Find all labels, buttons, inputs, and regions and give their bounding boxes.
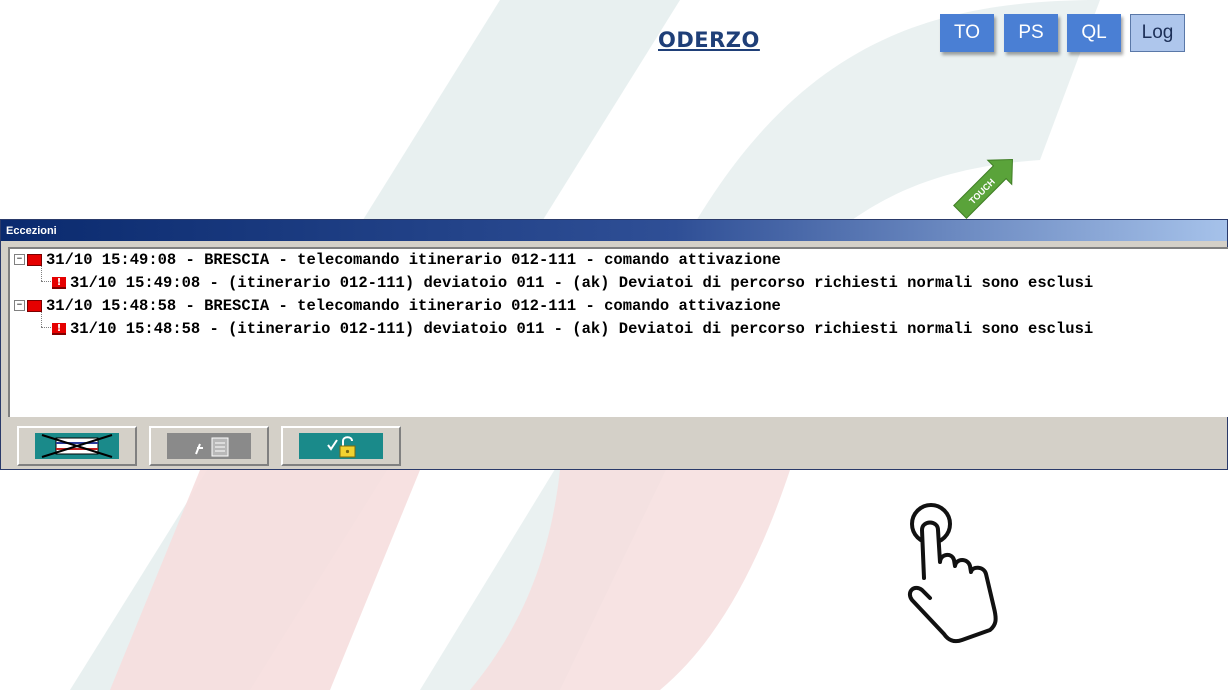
page-title: ODERZO [658, 28, 760, 52]
acknowledge-document-icon [167, 433, 251, 459]
acknowledge-button[interactable] [149, 426, 269, 466]
row-text: 31/10 15:48:58 - (itinerario 012-111) de… [70, 319, 1094, 338]
collapse-icon[interactable]: − [14, 300, 25, 311]
unlock-confirm-button[interactable] [281, 426, 401, 466]
log-button[interactable]: Log [1130, 14, 1185, 52]
ps-button[interactable]: PS [1004, 14, 1058, 52]
hand-pointer-icon [907, 503, 998, 644]
tree-line [41, 281, 51, 282]
tree-row[interactable]: − 31/10 15:49:08 - BRESCIA - telecomando… [14, 249, 781, 270]
exception-icon: ! [52, 276, 66, 289]
to-button[interactable]: TO [940, 14, 994, 52]
cancel-flag-icon [35, 433, 119, 459]
alarm-flag-icon [27, 253, 42, 266]
collapse-icon[interactable]: − [14, 254, 25, 265]
exception-icon: ! [52, 322, 66, 335]
exceptions-tree: − 31/10 15:49:08 - BRESCIA - telecomando… [8, 247, 1228, 417]
tree-row[interactable]: ! 31/10 15:49:08 - (itinerario 012-111) … [52, 272, 1093, 293]
panel-title: Eccezioni [1, 220, 1227, 241]
row-text: 31/10 15:49:08 - (itinerario 012-111) de… [70, 273, 1094, 292]
row-text: 31/10 15:48:58 - BRESCIA - telecomando i… [46, 296, 781, 315]
cancel-flag-button[interactable] [17, 426, 137, 466]
alarm-flag-icon [27, 299, 42, 312]
row-text: 31/10 15:49:08 - BRESCIA - telecomando i… [46, 250, 781, 269]
tree-row[interactable]: − 31/10 15:48:58 - BRESCIA - telecomando… [14, 295, 781, 316]
touch-arrow-icon: TOUCH [953, 159, 1013, 219]
tree-row[interactable]: ! 31/10 15:48:58 - (itinerario 012-111) … [52, 318, 1093, 339]
unlock-confirm-icon [299, 433, 383, 459]
tree-line [41, 327, 51, 328]
exceptions-panel: Eccezioni − 31/10 15:49:08 - BRESCIA - t… [0, 219, 1228, 470]
ql-button[interactable]: QL [1067, 14, 1121, 52]
